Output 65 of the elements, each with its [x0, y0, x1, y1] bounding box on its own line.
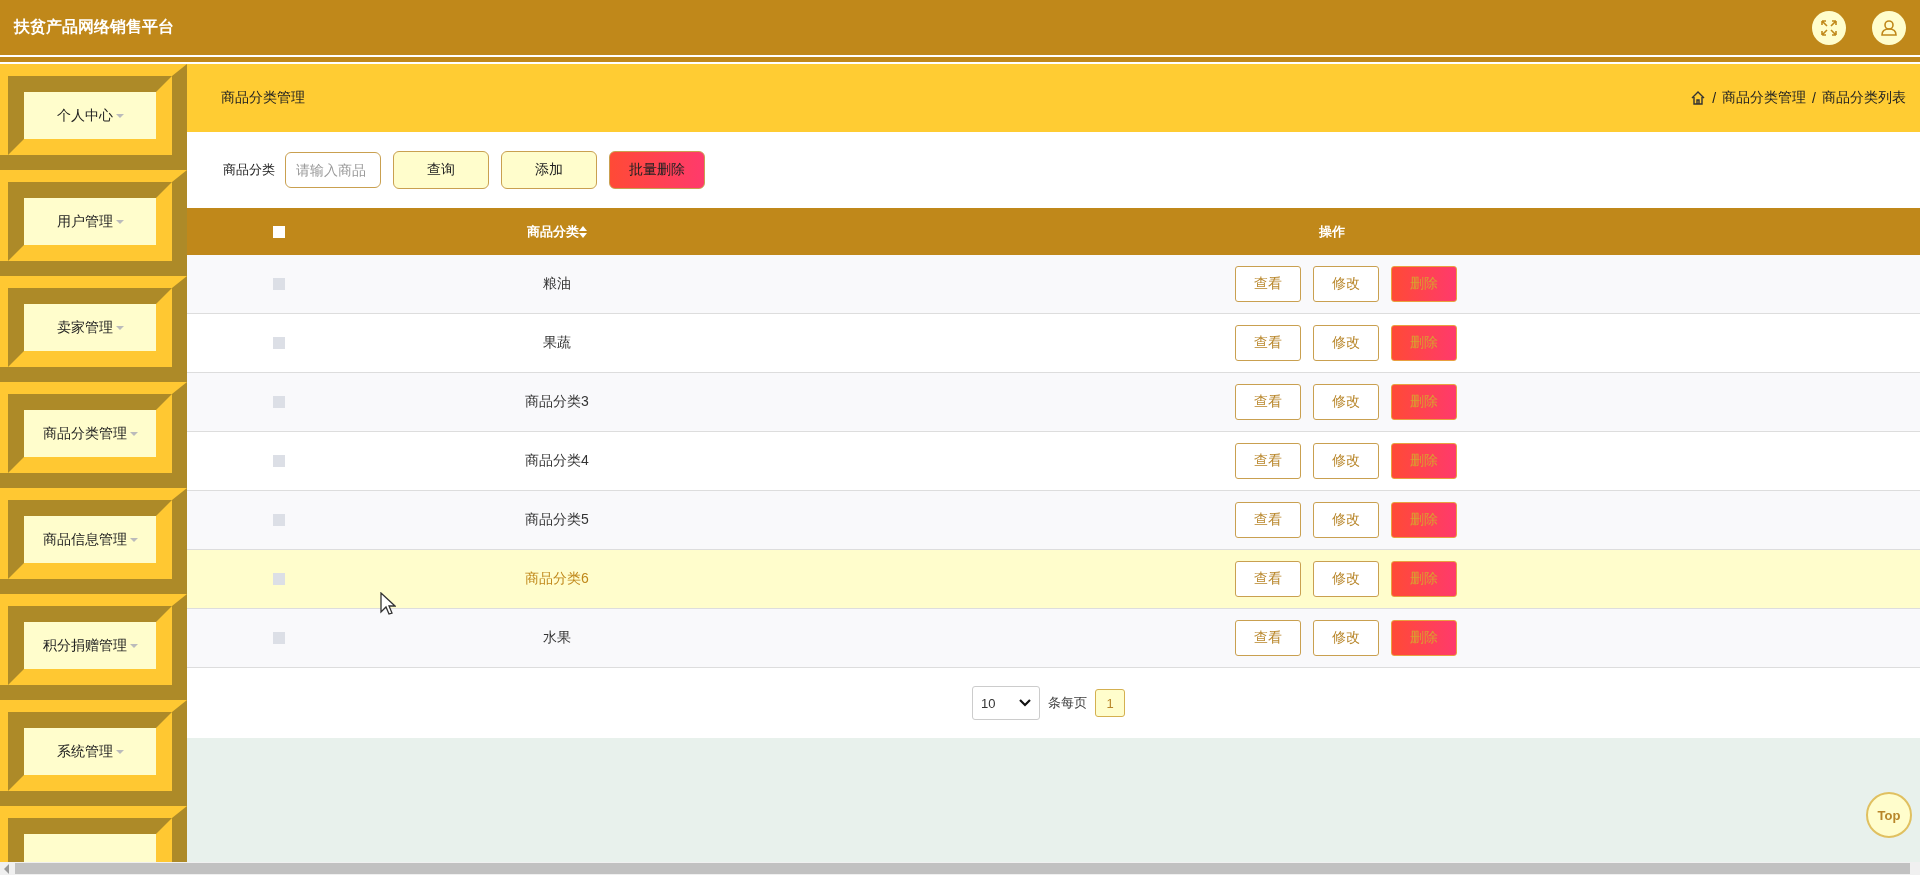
sidebar-item[interactable]: 积分捐赠管理 — [24, 622, 156, 669]
page-button[interactable]: 1 — [1095, 689, 1125, 717]
checkbox[interactable] — [273, 514, 285, 526]
table-row[interactable]: 粮油 查看 修改 删除 — [187, 255, 1920, 314]
table-cell: 粮油 — [543, 275, 571, 293]
view-button[interactable]: 查看 — [1234, 266, 1301, 302]
view-button[interactable]: 查看 — [1234, 384, 1301, 420]
table-row[interactable]: 商品分类3 查看 修改 删除 — [187, 373, 1920, 432]
checkbox[interactable] — [273, 337, 285, 349]
view-button[interactable]: 查看 — [1234, 325, 1301, 361]
home-icon[interactable] — [1690, 90, 1707, 106]
table-cell: 商品分类5 — [525, 511, 589, 529]
column-header: 操作 — [1318, 222, 1345, 241]
view-button[interactable]: 查看 — [1234, 443, 1301, 479]
edit-button[interactable]: 修改 — [1312, 561, 1379, 597]
sidebar-item[interactable]: 商品分类管理 — [24, 410, 156, 457]
sidebar-item[interactable]: 用户管理 — [24, 198, 156, 245]
table-row[interactable]: 水果 查看 修改 删除 — [187, 609, 1920, 668]
column-header[interactable]: 商品分类 — [527, 222, 579, 241]
edit-button[interactable]: 修改 — [1312, 384, 1379, 420]
edit-button[interactable]: 修改 — [1312, 502, 1379, 538]
checkbox[interactable] — [273, 396, 285, 408]
edit-button[interactable]: 修改 — [1312, 266, 1379, 302]
checkbox[interactable] — [273, 632, 285, 644]
table-row[interactable]: 商品分类6 查看 修改 删除 — [187, 550, 1920, 609]
table-cell: 果蔬 — [543, 334, 571, 352]
edit-button[interactable]: 修改 — [1312, 325, 1379, 361]
edit-button[interactable]: 修改 — [1312, 443, 1379, 479]
breadcrumb-separator: / — [1812, 90, 1816, 106]
back-to-top-button[interactable]: Top — [1866, 792, 1912, 838]
edit-button[interactable]: 修改 — [1312, 620, 1379, 656]
breadcrumb-link[interactable]: 商品分类管理 — [1722, 89, 1807, 107]
sidebar-item[interactable]: 卖家管理 — [24, 304, 156, 351]
sidebar-item[interactable]: 个人中心 — [24, 92, 156, 139]
scroll-left-icon[interactable] — [3, 863, 11, 874]
user-icon[interactable] — [1872, 10, 1906, 45]
app-title: 扶贫产品网络销售平台 — [14, 17, 175, 37]
view-button[interactable]: 查看 — [1234, 561, 1301, 597]
page-size-select[interactable]: 10 — [972, 686, 1040, 720]
checkbox[interactable] — [273, 225, 285, 238]
table-cell: 水果 — [543, 629, 571, 647]
page-title: 商品分类管理 — [221, 89, 306, 107]
view-button[interactable]: 查看 — [1234, 620, 1301, 656]
table-row[interactable]: 商品分类5 查看 修改 删除 — [187, 491, 1920, 550]
fullscreen-icon[interactable] — [1812, 10, 1846, 45]
cursor-icon — [380, 592, 396, 616]
view-button[interactable]: 查看 — [1234, 502, 1301, 538]
table-cell: 商品分类6 — [525, 570, 589, 588]
checkbox[interactable] — [273, 278, 285, 290]
batch-delete-button[interactable]: 批量删除 — [609, 151, 705, 189]
scrollbar-thumb[interactable] — [15, 863, 1910, 874]
checkbox[interactable] — [273, 455, 285, 467]
toolbar-button[interactable]: 查询 — [393, 151, 489, 189]
table-cell: 商品分类3 — [525, 393, 589, 411]
table-cell: 商品分类4 — [525, 452, 589, 470]
sort-icon[interactable] — [579, 225, 587, 238]
page-size-label: 条每页 — [1048, 694, 1087, 712]
sidebar-item[interactable]: 系统管理 — [24, 728, 156, 775]
checkbox[interactable] — [273, 573, 285, 585]
toolbar-button[interactable]: 添加 — [501, 151, 597, 189]
sidebar-item[interactable]: 商品信息管理 — [24, 516, 156, 563]
search-label: 商品分类 — [223, 161, 275, 179]
breadcrumb-separator: / — [1712, 90, 1717, 106]
chevron-down-icon[interactable] — [1019, 699, 1031, 707]
search-field[interactable]: 请输入商品 — [285, 152, 381, 188]
